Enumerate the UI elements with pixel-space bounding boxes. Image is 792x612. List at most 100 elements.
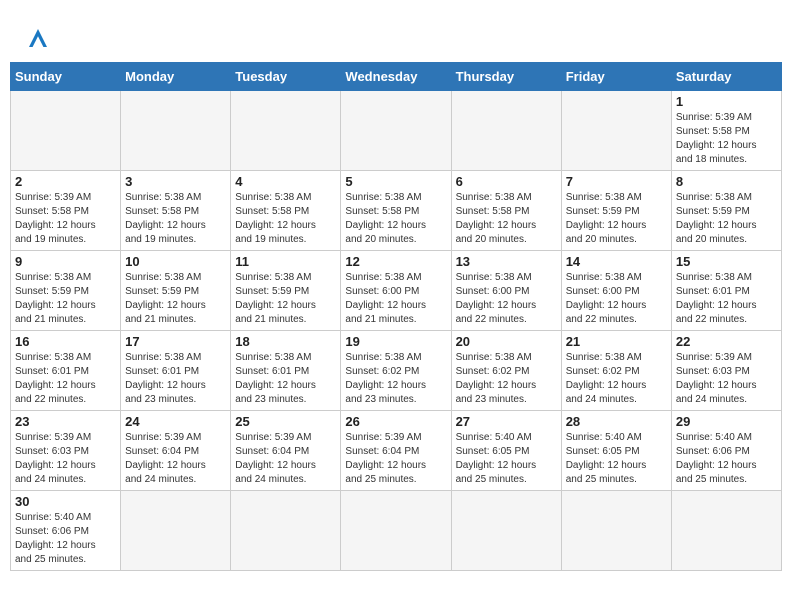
day-number: 13 bbox=[456, 254, 557, 269]
calendar-cell: 20 Sunrise: 5:38 AMSunset: 6:02 PMDayligh… bbox=[451, 331, 561, 411]
day-info: Sunrise: 5:38 AMSunset: 6:02 PMDaylight:… bbox=[345, 351, 446, 407]
calendar-cell: 6 Sunrise: 5:38 AMSunset: 5:58 PMDaylight… bbox=[451, 171, 561, 251]
calendar-cell bbox=[121, 91, 231, 171]
calendar-week-3: 9 Sunrise: 5:38 AMSunset: 5:59 PMDaylight… bbox=[11, 251, 782, 331]
day-number: 3 bbox=[125, 174, 226, 189]
day-number: 15 bbox=[676, 254, 777, 269]
day-info: Sunrise: 5:38 AMSunset: 6:02 PMDaylight:… bbox=[456, 351, 557, 407]
day-info: Sunrise: 5:39 AMSunset: 5:58 PMDaylight:… bbox=[15, 191, 116, 247]
day-number: 29 bbox=[676, 414, 777, 429]
calendar-cell: 12Sunrise: 5:38 AMSunset: 6:00 PMDayligh… bbox=[341, 251, 451, 331]
day-info: Sunrise: 5:40 AMSunset: 6:05 PMDaylight:… bbox=[456, 431, 557, 487]
day-number: 22 bbox=[676, 334, 777, 349]
day-number: 5 bbox=[345, 174, 446, 189]
day-info: Sunrise: 5:38 AMSunset: 5:59 PMDaylight:… bbox=[676, 191, 777, 247]
calendar-cell bbox=[671, 491, 781, 571]
calendar-cell: 7 Sunrise: 5:38 AMSunset: 5:59 PMDaylight… bbox=[561, 171, 671, 251]
day-info: Sunrise: 5:38 AMSunset: 5:58 PMDaylight:… bbox=[456, 191, 557, 247]
calendar-cell bbox=[451, 91, 561, 171]
day-number: 18 bbox=[235, 334, 336, 349]
calendar-cell: 2Sunrise: 5:39 AMSunset: 5:58 PMDaylight… bbox=[11, 171, 121, 251]
day-info: Sunrise: 5:38 AMSunset: 5:59 PMDaylight:… bbox=[15, 271, 116, 327]
calendar-cell: 29 Sunrise: 5:40 AMSunset: 6:06 PMDayligh… bbox=[671, 411, 781, 491]
day-number: 14 bbox=[566, 254, 667, 269]
calendar-cell bbox=[11, 91, 121, 171]
day-number: 4 bbox=[235, 174, 336, 189]
calendar-cell bbox=[561, 491, 671, 571]
header bbox=[10, 10, 782, 62]
day-number: 24 bbox=[125, 414, 226, 429]
day-info: Sunrise: 5:38 AMSunset: 6:00 PMDaylight:… bbox=[456, 271, 557, 327]
day-number: 11 bbox=[235, 254, 336, 269]
calendar-cell bbox=[121, 491, 231, 571]
weekday-header-sunday: Sunday bbox=[11, 63, 121, 91]
day-number: 23 bbox=[15, 414, 116, 429]
calendar-cell: 19 Sunrise: 5:38 AMSunset: 6:02 PMDayligh… bbox=[341, 331, 451, 411]
day-number: 7 bbox=[566, 174, 667, 189]
day-number: 25 bbox=[235, 414, 336, 429]
weekday-header-wednesday: Wednesday bbox=[341, 63, 451, 91]
day-info: Sunrise: 5:40 AMSunset: 6:06 PMDaylight:… bbox=[676, 431, 777, 487]
calendar-cell: 4 Sunrise: 5:38 AMSunset: 5:58 PMDaylight… bbox=[231, 171, 341, 251]
day-info: Sunrise: 5:38 AMSunset: 5:59 PMDaylight:… bbox=[566, 191, 667, 247]
calendar-cell: 3 Sunrise: 5:38 AMSunset: 5:58 PMDaylight… bbox=[121, 171, 231, 251]
calendar-week-4: 16Sunrise: 5:38 AMSunset: 6:01 PMDayligh… bbox=[11, 331, 782, 411]
day-info: Sunrise: 5:39 AMSunset: 6:04 PMDaylight:… bbox=[125, 431, 226, 487]
day-number: 27 bbox=[456, 414, 557, 429]
calendar-cell: 18 Sunrise: 5:38 AMSunset: 6:01 PMDayligh… bbox=[231, 331, 341, 411]
calendar-cell bbox=[341, 91, 451, 171]
calendar-week-6: 30Sunrise: 5:40 AMSunset: 6:06 PMDayligh… bbox=[11, 491, 782, 571]
calendar-cell: 30Sunrise: 5:40 AMSunset: 6:06 PMDayligh… bbox=[11, 491, 121, 571]
day-number: 10 bbox=[125, 254, 226, 269]
calendar-cell: 8 Sunrise: 5:38 AMSunset: 5:59 PMDaylight… bbox=[671, 171, 781, 251]
day-number: 8 bbox=[676, 174, 777, 189]
day-number: 26 bbox=[345, 414, 446, 429]
calendar-week-2: 2Sunrise: 5:39 AMSunset: 5:58 PMDaylight… bbox=[11, 171, 782, 251]
calendar-cell: 22 Sunrise: 5:39 AMSunset: 6:03 PMDayligh… bbox=[671, 331, 781, 411]
day-info: Sunrise: 5:39 AMSunset: 6:03 PMDaylight:… bbox=[15, 431, 116, 487]
day-info: Sunrise: 5:38 AMSunset: 6:01 PMDaylight:… bbox=[125, 351, 226, 407]
calendar-cell: 9 Sunrise: 5:38 AMSunset: 5:59 PMDaylight… bbox=[11, 251, 121, 331]
logo-icon bbox=[20, 20, 56, 56]
calendar-cell: 28 Sunrise: 5:40 AMSunset: 6:05 PMDayligh… bbox=[561, 411, 671, 491]
weekday-header-friday: Friday bbox=[561, 63, 671, 91]
calendar-cell bbox=[561, 91, 671, 171]
calendar-cell: 21 Sunrise: 5:38 AMSunset: 6:02 PMDayligh… bbox=[561, 331, 671, 411]
day-info: Sunrise: 5:38 AMSunset: 5:58 PMDaylight:… bbox=[345, 191, 446, 247]
day-number: 19 bbox=[345, 334, 446, 349]
calendar-cell: 23 Sunrise: 5:39 AMSunset: 6:03 PMDayligh… bbox=[11, 411, 121, 491]
calendar-header: SundayMondayTuesdayWednesdayThursdayFrid… bbox=[11, 63, 782, 91]
day-number: 9 bbox=[15, 254, 116, 269]
calendar-week-1: 1Sunrise: 5:39 AMSunset: 5:58 PMDaylight… bbox=[11, 91, 782, 171]
weekday-row: SundayMondayTuesdayWednesdayThursdayFrid… bbox=[11, 63, 782, 91]
day-info: Sunrise: 5:40 AMSunset: 6:05 PMDaylight:… bbox=[566, 431, 667, 487]
day-number: 21 bbox=[566, 334, 667, 349]
calendar-cell bbox=[341, 491, 451, 571]
day-info: Sunrise: 5:38 AMSunset: 5:58 PMDaylight:… bbox=[125, 191, 226, 247]
day-info: Sunrise: 5:39 AMSunset: 6:04 PMDaylight:… bbox=[235, 431, 336, 487]
calendar-cell: 17 Sunrise: 5:38 AMSunset: 6:01 PMDayligh… bbox=[121, 331, 231, 411]
day-info: Sunrise: 5:38 AMSunset: 6:02 PMDaylight:… bbox=[566, 351, 667, 407]
calendar-cell: 15Sunrise: 5:38 AMSunset: 6:01 PMDayligh… bbox=[671, 251, 781, 331]
calendar-cell: 10 Sunrise: 5:38 AMSunset: 5:59 PMDayligh… bbox=[121, 251, 231, 331]
calendar-week-5: 23 Sunrise: 5:39 AMSunset: 6:03 PMDayligh… bbox=[11, 411, 782, 491]
day-info: Sunrise: 5:38 AMSunset: 5:58 PMDaylight:… bbox=[235, 191, 336, 247]
day-info: Sunrise: 5:38 AMSunset: 6:01 PMDaylight:… bbox=[235, 351, 336, 407]
day-info: Sunrise: 5:39 AMSunset: 6:03 PMDaylight:… bbox=[676, 351, 777, 407]
calendar-cell bbox=[231, 491, 341, 571]
day-number: 20 bbox=[456, 334, 557, 349]
calendar-cell: 24 Sunrise: 5:39 AMSunset: 6:04 PMDayligh… bbox=[121, 411, 231, 491]
calendar-cell: 13 Sunrise: 5:38 AMSunset: 6:00 PMDayligh… bbox=[451, 251, 561, 331]
day-info: Sunrise: 5:38 AMSunset: 5:59 PMDaylight:… bbox=[235, 271, 336, 327]
day-number: 1 bbox=[676, 94, 777, 109]
day-info: Sunrise: 5:40 AMSunset: 6:06 PMDaylight:… bbox=[15, 511, 116, 567]
calendar-cell: 11 Sunrise: 5:38 AMSunset: 5:59 PMDayligh… bbox=[231, 251, 341, 331]
day-number: 28 bbox=[566, 414, 667, 429]
day-info: Sunrise: 5:38 AMSunset: 6:01 PMDaylight:… bbox=[15, 351, 116, 407]
day-info: Sunrise: 5:38 AMSunset: 5:59 PMDaylight:… bbox=[125, 271, 226, 327]
day-info: Sunrise: 5:39 AMSunset: 6:04 PMDaylight:… bbox=[345, 431, 446, 487]
weekday-header-saturday: Saturday bbox=[671, 63, 781, 91]
day-number: 6 bbox=[456, 174, 557, 189]
calendar-cell: 1Sunrise: 5:39 AMSunset: 5:58 PMDaylight… bbox=[671, 91, 781, 171]
day-number: 17 bbox=[125, 334, 226, 349]
